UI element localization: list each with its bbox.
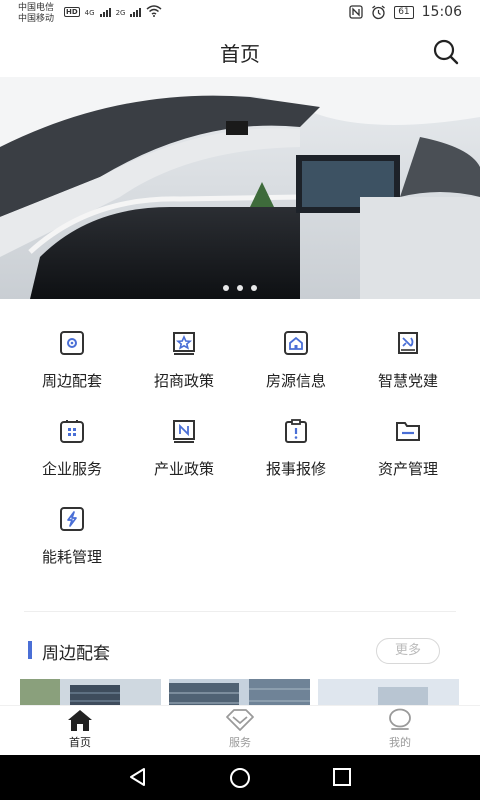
tab-label: 我的 <box>389 736 411 749</box>
diamond-icon <box>226 709 254 731</box>
nearby-thumbnail[interactable] <box>169 679 310 705</box>
battery-level: 61 <box>394 5 414 19</box>
wifi-icon <box>146 5 162 17</box>
nfc-icon <box>349 5 363 19</box>
carrier-1: 中国电信 <box>18 3 55 13</box>
asset-management-icon <box>396 422 420 441</box>
signal-indicators: HD 4G 2G <box>64 5 162 17</box>
section-divider <box>24 611 456 612</box>
enterprise-service-icon <box>60 420 84 443</box>
grid-item-label: 周边配套 <box>41 372 102 390</box>
carousel-dots <box>0 285 480 291</box>
network-type-1: 4G <box>84 9 95 17</box>
tab-home[interactable]: 首页 <box>0 706 160 756</box>
grid-item-party-building[interactable]: 智慧党建 <box>352 330 464 391</box>
back-icon[interactable] <box>128 767 148 787</box>
grid-item-asset-management[interactable]: 资产管理 <box>352 418 464 479</box>
house-icon <box>284 331 308 355</box>
nearby-thumbnail[interactable] <box>20 679 161 705</box>
carousel-dot[interactable] <box>223 285 229 291</box>
report-repair-icon <box>285 419 307 443</box>
signal-bars-icon <box>130 8 142 17</box>
hd-badge: HD <box>64 7 80 17</box>
grid-item-investment-policy[interactable]: 招商政策 <box>128 330 240 391</box>
tab-profile[interactable]: 我的 <box>320 706 480 756</box>
party-building-icon <box>398 332 418 354</box>
grid-item-label: 报事报修 <box>265 460 326 478</box>
grid-item-label: 产业政策 <box>153 460 214 478</box>
nearby-thumbnail[interactable] <box>318 679 459 705</box>
banner-carousel[interactable] <box>0 77 480 299</box>
grid-item-house[interactable]: 房源信息 <box>240 330 352 391</box>
banner-image <box>0 77 480 299</box>
section-accent-bar <box>28 641 32 659</box>
tab-label: 首页 <box>69 736 91 749</box>
alarm-icon <box>372 4 386 19</box>
grid-item-enterprise-service[interactable]: 企业服务 <box>16 418 128 479</box>
grid-item-energy[interactable]: 能耗管理 <box>16 506 128 567</box>
grid-item-label: 能耗管理 <box>41 548 102 566</box>
home-icon <box>68 710 92 731</box>
energy-icon <box>60 507 84 531</box>
user-icon <box>389 708 411 730</box>
grid-item-label: 房源信息 <box>265 372 326 390</box>
grid-item-label: 企业服务 <box>41 460 102 478</box>
search-icon <box>433 39 459 65</box>
signal-bars-icon <box>99 8 111 17</box>
system-nav-bar <box>0 755 480 800</box>
status-bar: 中国电信 中国移动 HD 4G 2G 61 15:06 <box>0 0 480 28</box>
home-circle-icon[interactable] <box>229 767 251 789</box>
carousel-dot[interactable] <box>237 285 243 291</box>
grid-item-report-repair[interactable]: 报事报修 <box>240 418 352 479</box>
top-header: 首页 <box>0 28 480 76</box>
grid-item-label: 资产管理 <box>377 460 438 478</box>
section-header: 周边配套 更多 <box>0 636 480 666</box>
grid-item-label: 招商政策 <box>153 372 214 390</box>
carrier-info: 中国电信 中国移动 <box>18 3 54 25</box>
status-right: 61 15:06 <box>349 4 462 20</box>
nearby-thumbnails <box>20 679 480 705</box>
industry-policy-icon <box>173 420 195 443</box>
nearby-icon <box>60 331 84 355</box>
more-button[interactable]: 更多 <box>376 638 440 664</box>
section-title: 周边配套 <box>42 644 110 664</box>
network-type-2: 2G <box>115 9 126 17</box>
clock: 15:06 <box>421 4 462 20</box>
grid-item-label: 智慧党建 <box>377 372 438 390</box>
recents-icon[interactable] <box>332 767 352 787</box>
page-title: 首页 <box>220 42 260 66</box>
grid-item-nearby[interactable]: 周边配套 <box>16 330 128 391</box>
carrier-2: 中国移动 <box>18 14 55 24</box>
tab-label: 服务 <box>229 736 251 749</box>
grid-item-industry-policy[interactable]: 产业政策 <box>128 418 240 479</box>
carousel-dot[interactable] <box>251 285 257 291</box>
tab-service[interactable]: 服务 <box>160 706 320 756</box>
search-button[interactable] <box>432 38 460 66</box>
investment-policy-icon <box>173 332 195 355</box>
bottom-tab-bar: 首页 服务 我的 <box>0 705 480 756</box>
